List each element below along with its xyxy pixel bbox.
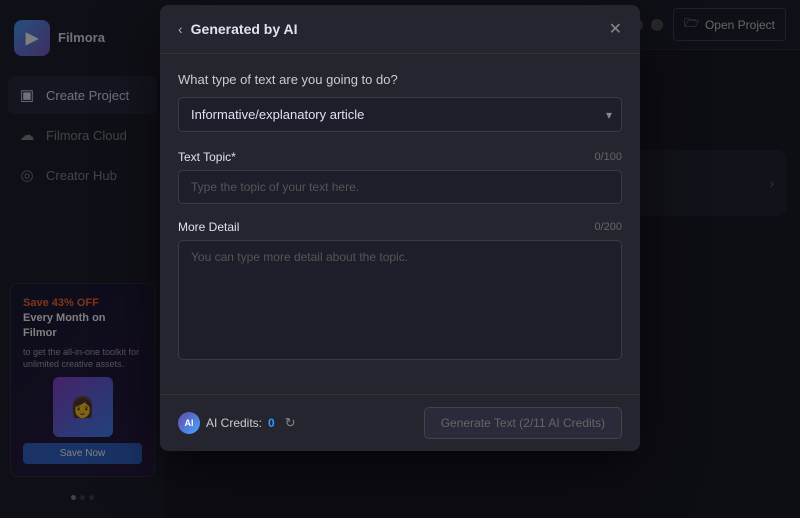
more-detail-counter: 0/200 [594, 221, 622, 233]
text-type-dropdown[interactable]: Informative/explanatory article [178, 97, 622, 132]
more-detail-textarea[interactable] [178, 240, 622, 360]
text-topic-input[interactable] [178, 170, 622, 204]
text-topic-label: Text Topic* [178, 150, 236, 164]
text-topic-group: Text Topic* 0/100 [178, 150, 622, 204]
modal-close-button[interactable]: ✕ [609, 19, 622, 39]
credits-refresh-icon[interactable]: ↻ [285, 415, 296, 431]
modal-footer: AI AI Credits: 0 ↻ Generate Text (2/11 A… [160, 394, 640, 451]
generate-text-button[interactable]: Generate Text (2/11 AI Credits) [424, 407, 622, 439]
ai-credits-value: 0 [268, 416, 275, 430]
ai-credits-label: AI Credits: [206, 416, 262, 430]
modal-back-button[interactable]: ‹ [178, 21, 183, 37]
modal-header-left: ‹ Generated by AI [178, 21, 298, 37]
more-detail-label-row: More Detail 0/200 [178, 220, 622, 234]
text-topic-label-row: Text Topic* 0/100 [178, 150, 622, 164]
text-topic-counter: 0/100 [594, 151, 622, 163]
more-detail-group: More Detail 0/200 [178, 220, 622, 360]
modal-title: Generated by AI [191, 21, 298, 37]
dropdown-value: Informative/explanatory article [191, 107, 364, 122]
ai-modal: ‹ Generated by AI ✕ What type of text ar… [160, 5, 640, 451]
modal-overlay: ‹ Generated by AI ✕ What type of text ar… [0, 0, 800, 518]
ai-icon: AI [178, 412, 200, 434]
modal-body: What type of text are you going to do? I… [160, 54, 640, 394]
ai-credits-area: AI AI Credits: 0 ↻ [178, 412, 296, 434]
text-type-dropdown-wrapper: Informative/explanatory article ▾ [178, 97, 622, 132]
modal-question: What type of text are you going to do? [178, 72, 622, 87]
modal-header: ‹ Generated by AI ✕ [160, 5, 640, 54]
more-detail-label: More Detail [178, 220, 239, 234]
